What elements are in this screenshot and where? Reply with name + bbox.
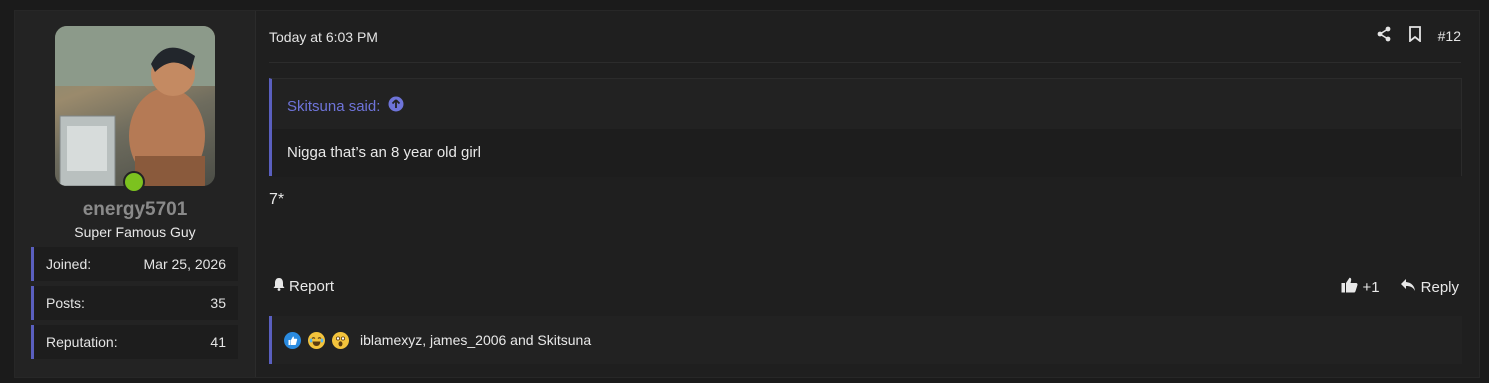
stat-value: 35 (210, 295, 226, 311)
reply-label: Reply (1420, 278, 1459, 296)
wow-icon (332, 331, 349, 349)
avatar[interactable] (55, 26, 215, 186)
username[interactable]: energy5701 (15, 199, 255, 221)
like-button[interactable]: +1 (1341, 277, 1380, 297)
stat-label: Posts: (46, 295, 85, 311)
user-title: Super Famous Guy (74, 224, 196, 240)
stat-joined: Joined: Mar 25, 2026 (31, 247, 238, 281)
stat-value: 41 (210, 334, 226, 350)
post-container: energy5701 Super Famous Guy Joined: Mar … (14, 10, 1480, 378)
like-icon (284, 331, 301, 349)
reply-button[interactable]: Reply (1400, 278, 1459, 296)
stat-reputation: Reputation: 41 (31, 325, 238, 359)
reply-icon (1400, 278, 1416, 296)
share-icon[interactable] (1376, 26, 1392, 45)
reactions-bar[interactable]: iblamexyz, james_2006 and Skitsuna (269, 316, 1462, 364)
avatar-image (55, 26, 215, 186)
like-count: +1 (1362, 278, 1380, 296)
arrow-up-circle-icon[interactable] (388, 96, 404, 116)
report-button[interactable]: Report (272, 277, 334, 295)
quote-author[interactable]: Skitsuna said: (287, 98, 380, 115)
quote-block: Skitsuna said: Nigga that’s an 8 year ol… (269, 78, 1462, 177)
post-message: 7* (269, 191, 285, 208)
bookmark-icon[interactable] (1408, 26, 1422, 45)
report-label: Report (289, 277, 335, 295)
online-status-indicator (123, 171, 145, 193)
post-number[interactable]: #12 (1438, 28, 1461, 44)
post-main: Today at 6:03 PM #12 Skitsuna said: Nigg… (269, 11, 1479, 377)
laugh-icon (308, 331, 325, 349)
post-date[interactable]: Today at 6:03 PM (269, 29, 378, 45)
stat-value: Mar 25, 2026 (143, 256, 227, 272)
quote-header[interactable]: Skitsuna said: (287, 96, 404, 116)
post-actions-top: #12 (1376, 26, 1461, 45)
user-panel: energy5701 Super Famous Guy Joined: Mar … (15, 11, 256, 377)
post-actions-bottom: +1 Reply (1341, 277, 1459, 297)
stat-label: Reputation: (46, 334, 118, 350)
header-divider (269, 62, 1461, 63)
reactions-users[interactable]: iblamexyz, james_2006 and Skitsuna (360, 332, 591, 348)
bell-icon (272, 277, 286, 295)
stat-posts: Posts: 35 (31, 286, 238, 320)
quote-text: Nigga that’s an 8 year old girl (272, 129, 1461, 177)
thumbs-up-icon (1341, 277, 1358, 297)
stat-label: Joined: (46, 256, 92, 272)
